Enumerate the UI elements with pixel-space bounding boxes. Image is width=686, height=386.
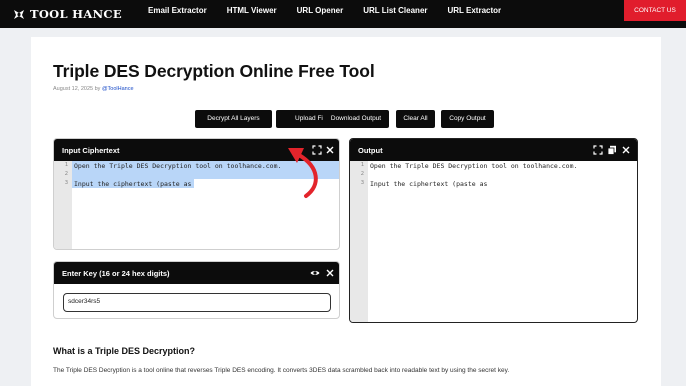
- nav-link-url-opener[interactable]: URL Opener: [287, 0, 354, 28]
- contact-button[interactable]: CONTACT US: [624, 0, 686, 21]
- nav-link-html-viewer[interactable]: HTML Viewer: [217, 0, 287, 28]
- key-panel: Enter Key (16 or 24 hex digits) sdcer34r…: [53, 261, 340, 319]
- nav-links: Email Extractor HTML Viewer URL Opener U…: [138, 0, 511, 28]
- code-line[interactable]: Input the ciphertext (paste as: [74, 180, 191, 188]
- line-number-gutter: 1 2 3: [54, 161, 72, 249]
- nav-link-url-list-cleaner[interactable]: URL List Cleaner: [353, 0, 437, 28]
- copy-output-button[interactable]: Copy Output: [441, 110, 494, 128]
- output-line: Input the ciphertext (paste as: [370, 180, 488, 188]
- line-number: 2: [64, 171, 68, 177]
- post-date: August 12, 2025 by: [53, 86, 102, 92]
- output-panel-header: Output: [350, 139, 637, 161]
- logo-text: TOOL HANCE: [30, 7, 122, 21]
- line-number: 3: [64, 180, 68, 186]
- eye-icon[interactable]: [310, 268, 320, 278]
- line-number: 1: [64, 162, 68, 168]
- expand-icon[interactable]: [593, 145, 603, 155]
- download-output-button[interactable]: Download Output: [323, 110, 389, 128]
- section-paragraph: The Triple DES Decryption is a tool onli…: [53, 367, 510, 374]
- input-ciphertext-panel: Input Ciphertext 1 2 3 Open the Triple D…: [53, 138, 340, 250]
- clear-all-button[interactable]: Clear All: [396, 110, 435, 128]
- key-panel-title: Enter Key (16 or 24 hex digits): [62, 269, 170, 278]
- decrypt-all-layers-button[interactable]: Decrypt All Layers: [195, 110, 272, 128]
- output-panel: Output 1 2 3 Open the Triple DES Decrypt…: [349, 138, 638, 323]
- copy-icon[interactable]: [607, 145, 617, 155]
- expand-icon[interactable]: [312, 145, 322, 155]
- logo-icon: [14, 10, 24, 19]
- key-panel-header: Enter Key (16 or 24 hex digits): [54, 262, 339, 284]
- input-panel-title: Input Ciphertext: [62, 146, 120, 155]
- line-number: 2: [360, 171, 364, 177]
- code-line[interactable]: Open the Triple DES Decryption tool on t…: [74, 162, 281, 170]
- output-line: Open the Triple DES Decryption tool on t…: [370, 162, 578, 170]
- close-icon[interactable]: [325, 145, 335, 155]
- author-link[interactable]: @ToolHance: [102, 86, 134, 92]
- text-selection: [72, 170, 339, 179]
- top-navbar: TOOL HANCE Email Extractor HTML Viewer U…: [0, 0, 686, 28]
- nav-link-url-extractor[interactable]: URL Extractor: [438, 0, 512, 28]
- line-number-gutter: 1 2 3: [350, 161, 368, 322]
- nav-link-email-extractor[interactable]: Email Extractor: [138, 0, 217, 28]
- key-input[interactable]: sdcer34rs5: [63, 293, 331, 312]
- post-meta: August 12, 2025 by @ToolHance: [53, 86, 134, 92]
- close-icon[interactable]: [621, 145, 631, 155]
- close-icon[interactable]: [325, 268, 335, 278]
- section-heading: What is a Triple DES Decryption?: [53, 346, 196, 356]
- page-title: Triple DES Decryption Online Free Tool: [53, 61, 375, 81]
- site-logo[interactable]: TOOL HANCE: [12, 6, 122, 22]
- line-number: 3: [360, 180, 364, 186]
- main-card: Triple DES Decryption Online Free Tool A…: [31, 37, 661, 386]
- output-panel-title: Output: [358, 146, 383, 155]
- input-panel-header: Input Ciphertext: [54, 139, 339, 161]
- line-number: 1: [360, 162, 364, 168]
